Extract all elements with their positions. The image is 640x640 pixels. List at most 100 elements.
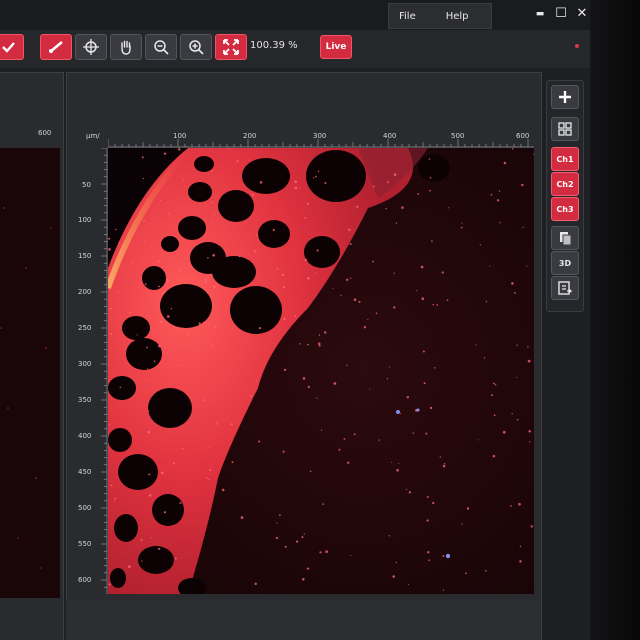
speckle [153, 360, 156, 363]
speckle [146, 346, 148, 349]
speckle [284, 545, 287, 548]
speckle [347, 461, 350, 464]
speckle [493, 382, 495, 385]
speckle [119, 386, 122, 389]
speckle [375, 312, 378, 315]
speckle [503, 161, 507, 165]
speckle [147, 410, 150, 412]
speckle [493, 414, 496, 417]
speckle [145, 304, 147, 306]
speckle [511, 148, 514, 150]
unit-label: µm/ [86, 132, 100, 140]
hand-pan-button[interactable] [110, 34, 142, 60]
speckle [147, 430, 151, 434]
speckle [109, 307, 113, 310]
fluorescence-image-viewport[interactable] [108, 148, 534, 594]
speckle [498, 190, 501, 192]
speckle [117, 291, 120, 294]
speckle [281, 273, 285, 277]
speckle [483, 357, 486, 359]
speckle [425, 432, 428, 435]
speckle [160, 471, 164, 475]
speckle [307, 385, 310, 389]
speckle [429, 189, 431, 192]
live-button[interactable]: Live [320, 35, 352, 59]
menu-help[interactable]: Help [436, 11, 479, 22]
y-tick-label: 200 [78, 288, 92, 296]
speckle [511, 412, 513, 415]
speckle [221, 488, 225, 492]
speckle [249, 395, 253, 398]
speckle [392, 575, 395, 578]
speckle [182, 178, 184, 181]
channel-1-button[interactable]: Ch1 [551, 147, 579, 171]
speckle [320, 429, 323, 431]
minimize-button[interactable]: ▬ [532, 6, 548, 22]
top-ruler: 100 200 300 400 500 600 [108, 128, 534, 148]
line-tool-button[interactable] [40, 34, 72, 60]
speckle [516, 344, 518, 346]
speckle [315, 175, 317, 178]
speckle [213, 285, 216, 289]
speckle [489, 265, 491, 267]
speckle [353, 433, 356, 436]
speckle [203, 399, 206, 402]
fit-to-window-button[interactable] [215, 34, 247, 60]
checkmark-button[interactable] [0, 34, 24, 60]
speckle [388, 535, 391, 537]
speckle [304, 258, 308, 262]
speckle [436, 304, 439, 306]
panel-footer [66, 600, 540, 640]
speckle [460, 226, 463, 229]
speckle [421, 297, 425, 301]
speckle [144, 241, 146, 243]
speckle [446, 299, 449, 302]
speckle [211, 201, 214, 204]
speckle [109, 423, 111, 425]
maximize-button[interactable]: ☐ [553, 6, 569, 22]
channel-2-button[interactable]: Ch2 [551, 172, 579, 196]
export-image-button[interactable] [551, 276, 579, 300]
speckle [443, 462, 446, 465]
speckle [118, 242, 121, 244]
speckle [315, 272, 317, 274]
left-image-viewport[interactable] [0, 148, 60, 598]
close-button[interactable]: ✕ [574, 6, 590, 22]
speckle [302, 578, 305, 581]
speckle [485, 300, 488, 303]
speckle [299, 187, 301, 189]
speckle [511, 282, 514, 285]
add-view-button[interactable] [551, 85, 579, 109]
zoom-out-button[interactable] [145, 34, 177, 60]
speckle [110, 332, 113, 335]
speckle [144, 283, 147, 285]
zoom-in-button[interactable] [180, 34, 212, 60]
menu-file[interactable]: File [389, 11, 426, 22]
status-dot [575, 44, 579, 48]
speckle [110, 484, 113, 487]
speckle [417, 193, 420, 195]
grid-layout-button[interactable] [551, 117, 579, 141]
speckle [207, 257, 209, 259]
speckle [519, 560, 522, 563]
left-ruler: 50 100 150 200 250 300 350 400 450 500 5… [78, 148, 108, 594]
speckle [432, 303, 435, 306]
left-ruler-ticks [101, 148, 108, 594]
speckle [114, 228, 117, 231]
speckle [530, 525, 533, 528]
crosshair-button[interactable] [75, 34, 107, 60]
speckle [369, 388, 371, 390]
copy-image-button[interactable] [551, 226, 579, 250]
speckle [294, 186, 298, 190]
speckle [256, 379, 258, 382]
speckle [490, 394, 493, 397]
speckle [177, 148, 181, 151]
microscopy-app-window: File Help ▬ ☐ ✕ 100.39 % Live 600 µm/ 10… [0, 0, 592, 640]
speckle [129, 311, 131, 314]
zoom-in-icon [189, 40, 204, 55]
speckle [386, 378, 389, 380]
channel-3-button[interactable]: Ch3 [551, 197, 579, 221]
3d-view-button[interactable]: 3D [551, 251, 579, 275]
speckle [276, 522, 278, 524]
speckle [198, 322, 201, 325]
